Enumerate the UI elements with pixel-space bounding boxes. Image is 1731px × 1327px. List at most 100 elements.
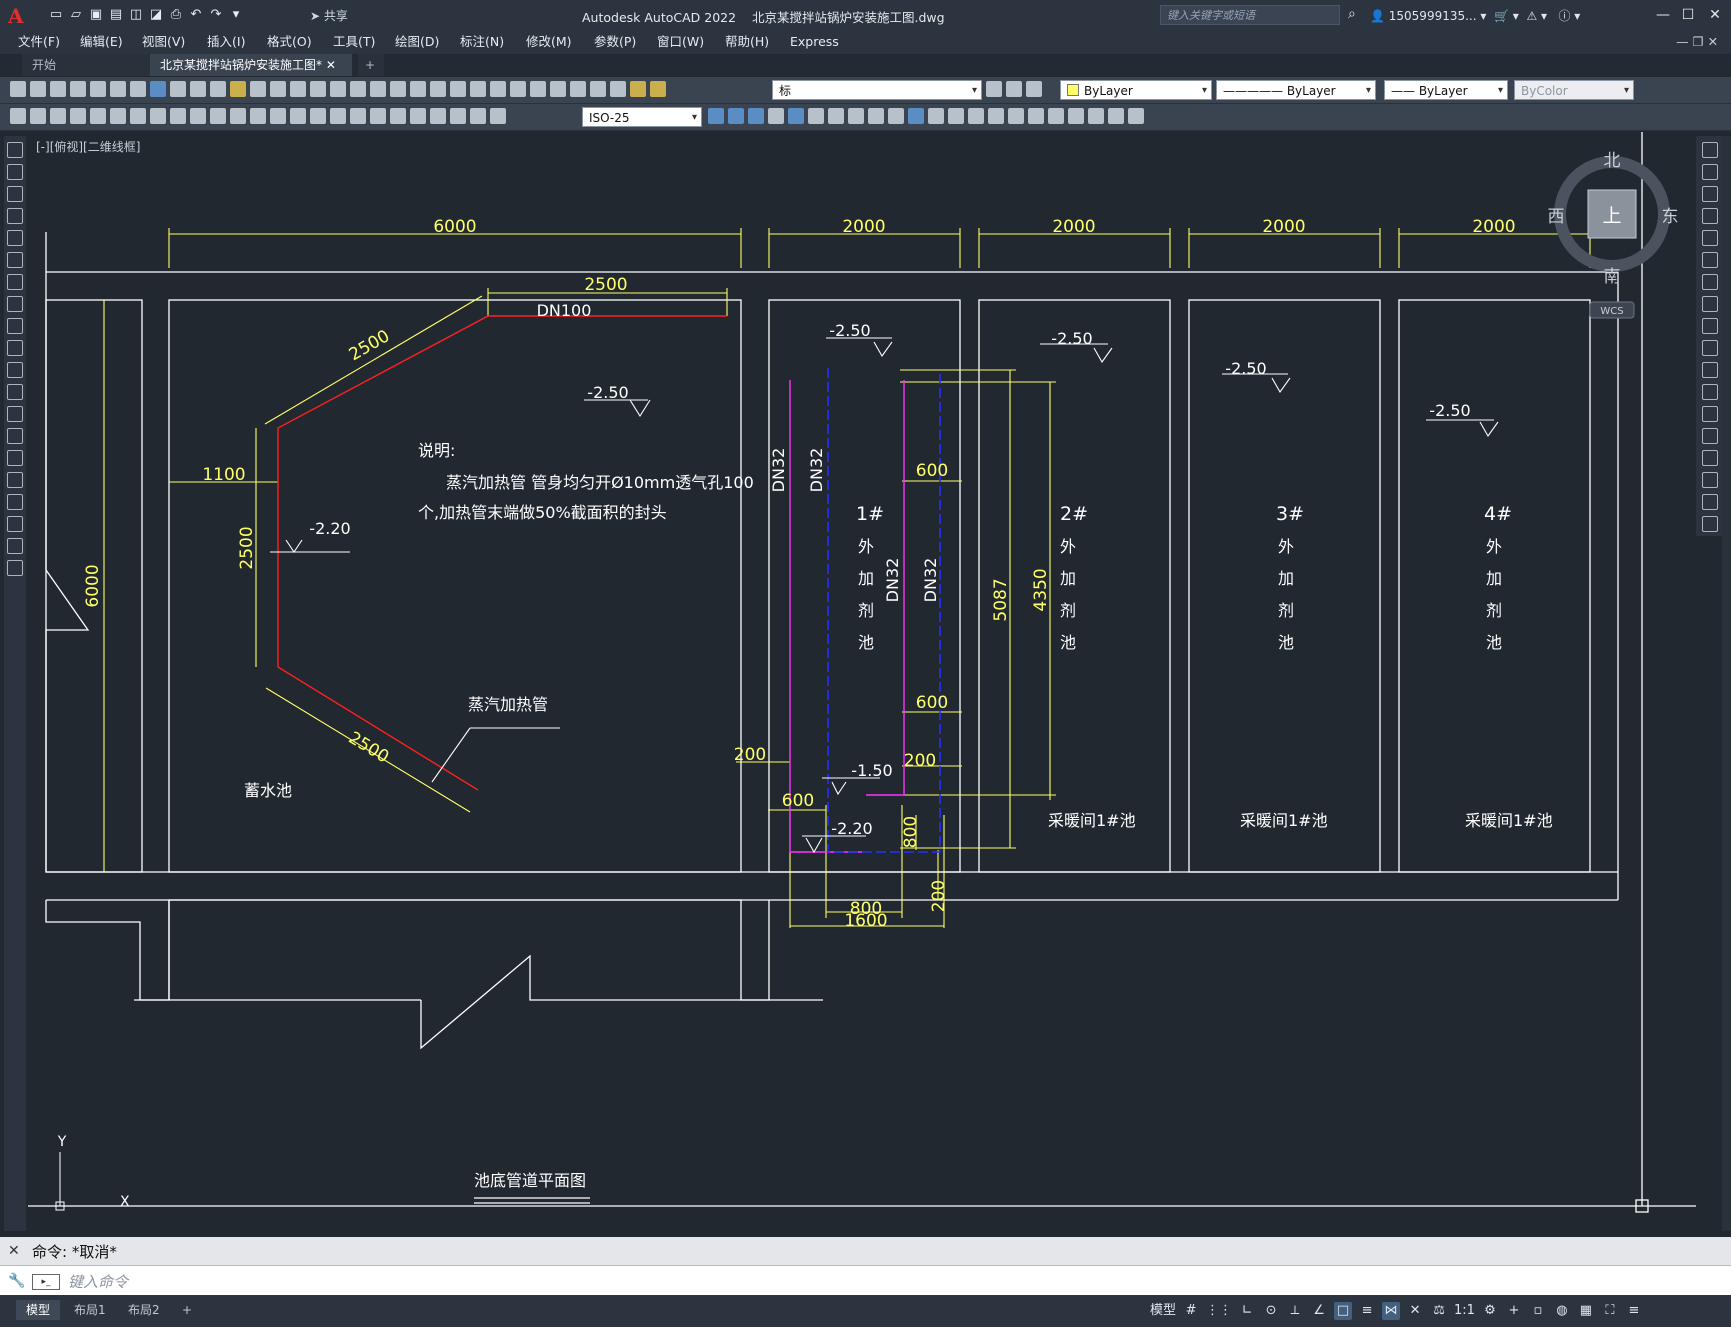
annotation-visibility-icon[interactable]: ✕: [1406, 1302, 1424, 1320]
customize-dropdown-icon[interactable]: ▾: [228, 7, 244, 23]
save-as-icon[interactable]: ▤: [108, 7, 124, 23]
snap-icon[interactable]: ⋮⋮: [1206, 1302, 1232, 1320]
new-tab-button[interactable]: +: [358, 54, 384, 76]
tab-start[interactable]: 开始: [22, 54, 150, 76]
tab-layout2[interactable]: 布局2: [118, 1300, 170, 1320]
mtext-icon[interactable]: [7, 538, 23, 554]
trim-icon[interactable]: [1702, 340, 1718, 356]
region-icon[interactable]: [7, 494, 23, 510]
osnap-tracking-icon[interactable]: ∠: [1310, 1302, 1328, 1320]
menu-edit[interactable]: 编辑(E): [80, 30, 123, 54]
undo-icon[interactable]: ↶: [188, 7, 204, 23]
mirror-icon[interactable]: [1702, 186, 1718, 202]
table-icon[interactable]: [7, 516, 23, 532]
tab-model[interactable]: 模型: [16, 1300, 61, 1320]
close-button[interactable]: ✕: [1700, 4, 1730, 26]
break-point-icon[interactable]: [1702, 384, 1718, 400]
explode-icon[interactable]: [1702, 516, 1718, 532]
stretch-icon[interactable]: [1702, 318, 1718, 334]
annotation-scale-value[interactable]: 1:1: [1454, 1302, 1475, 1320]
command-input[interactable]: 键入命令: [68, 1271, 128, 1292]
maximize-button[interactable]: ☐: [1673, 4, 1703, 26]
menu-insert[interactable]: 插入(I): [207, 30, 245, 54]
workspace-gear-icon[interactable]: ⚙: [1481, 1302, 1499, 1320]
ellipse-icon[interactable]: [7, 340, 23, 356]
menu-view[interactable]: 视图(V): [142, 30, 185, 54]
hardware-acceleration-icon[interactable]: ▦: [1577, 1302, 1595, 1320]
join-icon[interactable]: [1702, 428, 1718, 444]
lineweight-dropdown[interactable]: —— ByLayer ▾: [1384, 80, 1508, 100]
open-web-icon[interactable]: ◫: [128, 7, 144, 23]
layer-dropdown[interactable]: 标 ▾: [772, 80, 982, 100]
redo-icon[interactable]: ↷: [208, 7, 224, 23]
layer-tools[interactable]: [986, 81, 1042, 97]
erase-icon[interactable]: [1702, 142, 1718, 158]
spline-icon[interactable]: [7, 318, 23, 334]
model-space-button[interactable]: 模型: [1150, 1302, 1176, 1320]
customize-wrench-icon[interactable]: 🔧: [8, 1273, 25, 1289]
lineweight-icon[interactable]: ≡: [1358, 1302, 1376, 1320]
save-web-icon[interactable]: ◪: [148, 7, 164, 23]
menu-express[interactable]: Express: [790, 30, 839, 54]
modify-tools[interactable]: [708, 108, 1144, 124]
search-icon[interactable]: ⌕: [1348, 6, 1356, 22]
rotate-icon[interactable]: [1702, 274, 1718, 290]
drawing-canvas[interactable]: Y X 6000 2000 2000 2000 2000 2500 1100 6…: [28, 132, 1696, 1232]
extend-icon[interactable]: [1702, 362, 1718, 378]
dimension-tools[interactable]: [10, 108, 506, 124]
selection-cycling-icon[interactable]: ⋈: [1382, 1302, 1401, 1320]
menu-draw[interactable]: 绘图(D): [395, 30, 439, 54]
linetype-dropdown[interactable]: ————— ByLayer ▾: [1216, 80, 1376, 100]
new-file-icon[interactable]: ▭: [48, 7, 64, 23]
ortho-icon[interactable]: ∟: [1238, 1302, 1256, 1320]
fillet-icon[interactable]: [1702, 472, 1718, 488]
move-icon[interactable]: [1702, 252, 1718, 268]
doc-window-controls[interactable]: — ❐ ✕: [1676, 30, 1718, 54]
isodraft-icon[interactable]: ⟂: [1286, 1302, 1304, 1320]
menu-format[interactable]: 格式(O): [267, 30, 312, 54]
plotstyle-dropdown[interactable]: ByColor ▾: [1514, 80, 1634, 100]
plot-icon[interactable]: ⎙: [168, 7, 184, 23]
vertical-scrollbar[interactable]: [1722, 136, 1731, 1231]
dimstyle-dropdown[interactable]: ISO-25 ▾: [582, 107, 702, 127]
command-line[interactable]: 🔧 ▸_ 键入命令: [0, 1265, 1731, 1296]
tab-layout1[interactable]: 布局1: [64, 1300, 116, 1320]
line-icon[interactable]: [7, 142, 23, 158]
break-icon[interactable]: [1702, 406, 1718, 422]
blend-icon[interactable]: [1702, 494, 1718, 510]
standard-tools[interactable]: [10, 81, 666, 97]
customize-icon[interactable]: ≡: [1625, 1302, 1643, 1320]
copy-icon[interactable]: [1702, 164, 1718, 180]
menu-tools[interactable]: 工具(T): [333, 30, 375, 54]
close-command-icon[interactable]: ✕: [8, 1243, 20, 1259]
insert-block-icon[interactable]: [7, 384, 23, 400]
autocad-logo-icon[interactable]: A: [8, 4, 30, 28]
menu-modify[interactable]: 修改(M): [526, 30, 572, 54]
polygon-icon[interactable]: [7, 208, 23, 224]
viewcube[interactable]: [1554, 156, 1670, 319]
menu-parametric[interactable]: 参数(P): [594, 30, 636, 54]
menu-window[interactable]: 窗口(W): [657, 30, 704, 54]
hatch-icon[interactable]: [7, 450, 23, 466]
share-button[interactable]: ➤ 共享: [310, 7, 348, 24]
user-account[interactable]: 👤 1505999135... ▾ 🛒 ▾ ⚠ ▾ ⓘ ▾: [1370, 7, 1580, 24]
add-layout-button[interactable]: +: [172, 1300, 202, 1320]
scale-icon[interactable]: [1702, 296, 1718, 312]
units-icon[interactable]: ▫: [1529, 1302, 1547, 1320]
menu-dimension[interactable]: 标注(N): [460, 30, 504, 54]
gradient-icon[interactable]: [7, 472, 23, 488]
open-file-icon[interactable]: ▱: [68, 7, 84, 23]
circle-icon[interactable]: [7, 274, 23, 290]
make-block-icon[interactable]: [7, 406, 23, 422]
arc-icon[interactable]: [7, 252, 23, 268]
save-icon[interactable]: ▣: [88, 7, 104, 23]
search-input[interactable]: 键入关键字或短语: [1160, 5, 1340, 25]
array-icon[interactable]: [1702, 230, 1718, 246]
xline-icon[interactable]: [7, 164, 23, 180]
recent-commands-icon[interactable]: ▸_: [32, 1274, 60, 1290]
ellipse-arc-icon[interactable]: [7, 362, 23, 378]
clean-screen-icon[interactable]: ⛶: [1601, 1302, 1619, 1320]
chamfer-icon[interactable]: [1702, 450, 1718, 466]
add-selected-icon[interactable]: [7, 560, 23, 576]
annotation-monitor-icon[interactable]: +: [1505, 1302, 1523, 1320]
